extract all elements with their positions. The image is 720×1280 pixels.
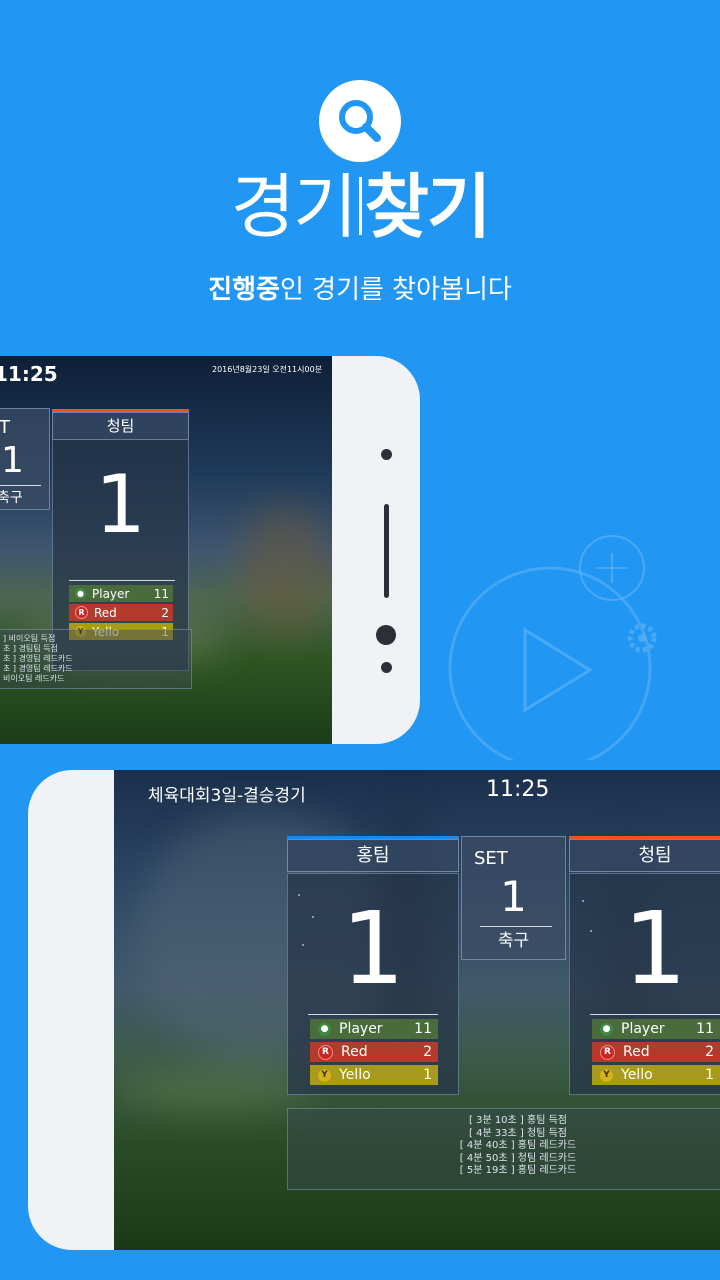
team-score: 1: [95, 458, 146, 551]
team-name: 홍팀: [287, 839, 459, 872]
red-card-icon: R: [75, 606, 88, 619]
stat-row: Y Yello 1: [592, 1065, 720, 1085]
stat-row: R Red 2: [69, 604, 173, 621]
person-icon: ●: [75, 588, 86, 599]
stat-row: R Red 2: [310, 1042, 438, 1062]
stat-row: R Red 2: [592, 1042, 720, 1062]
person-icon: ●: [600, 1022, 613, 1036]
log-entry: [ 5분 19초 ] 홍팀 레드카드: [459, 1165, 577, 1176]
page-title: 경기 찾기: [230, 166, 492, 248]
set-label: SET: [474, 848, 508, 869]
event-title: 체육대회3일-결승경기: [148, 786, 306, 806]
clock: 11:25: [0, 362, 58, 386]
team-score: 1: [341, 890, 405, 1007]
clock: 11:25: [486, 777, 550, 802]
team-score: 1: [623, 890, 687, 1007]
search-icon: [339, 100, 381, 142]
yellow-card-icon: Y: [600, 1068, 613, 1082]
play-icon: [523, 627, 593, 713]
set-panel: T 1 축구: [0, 408, 50, 510]
log-entry: [ 4분 40초 ] 홍팀 레드카드: [459, 1140, 577, 1151]
red-card-icon: R: [318, 1044, 333, 1060]
yellow-card-icon: Y: [318, 1068, 331, 1082]
stat-row: ● Player 11: [69, 585, 173, 602]
log-entry: [ 4분 50초 ] 청팀 레드카드: [459, 1152, 577, 1164]
log-entry: [ 4분 33초 ] 청팀 득점: [469, 1127, 567, 1139]
stat-row: ● Player 11: [592, 1019, 720, 1039]
set-panel: SET 1 축구: [461, 836, 566, 960]
set-number: 1: [500, 872, 527, 921]
team-panel-blue: 청팀 1 ● Player 11 R Red 2 Y Yello 1: [569, 836, 720, 1096]
datetime: 2016년8월23일 오전11시00분: [212, 365, 323, 374]
front-camera: [381, 449, 392, 460]
team-name: 청팀: [569, 839, 720, 872]
event-log: ] 비이오팀 득점 초 ] 경팀팀 득점 초 ] 경영팀 레드카드 초 ] 경영…: [0, 629, 192, 689]
page-subtitle: 진행중인 경기를 찾아봅니다: [208, 275, 512, 305]
phone-portrait: 11:25 2016년8월23일 오전11시00분 T 1 축구 청팀 1 ● …: [0, 356, 420, 744]
phone-portrait-screen: 11:25 2016년8월23일 오전11시00분 T 1 축구 청팀 1 ● …: [0, 356, 332, 744]
sport-label: 축구: [497, 931, 530, 951]
sensor: [376, 625, 396, 645]
red-card-icon: R: [600, 1044, 615, 1060]
stat-row: ● Player 11: [310, 1019, 438, 1039]
person-icon: ●: [318, 1022, 331, 1036]
sport-label: 축구: [0, 490, 23, 506]
phone-landscape: 체육대회3일-결승경기 11:25 홍팀 1 ● Player 11 R Red 2…: [28, 770, 720, 1250]
stat-row: Y Yello 1: [310, 1065, 438, 1085]
log-entry: [ 3분 10초 ] 홍팀 득점: [469, 1115, 567, 1126]
speaker-slot: [384, 504, 389, 598]
team-panel-red: 홍팀 1 ● Player 11 R Red 2 Y Yello 1: [287, 836, 459, 1096]
decoration: [448, 535, 657, 760]
search-badge: [319, 80, 401, 162]
team-name: 청팀: [52, 412, 189, 440]
event-log: [ 3분 10초 ] 홍팀 득점 [ 4분 33초 ] 청팀 득점 [ 4분 4…: [287, 1108, 720, 1190]
phone-landscape-screen: 체육대회3일-결승경기 11:25 홍팀 1 ● Player 11 R Red 2…: [114, 770, 720, 1250]
sensor-small: [381, 662, 392, 673]
